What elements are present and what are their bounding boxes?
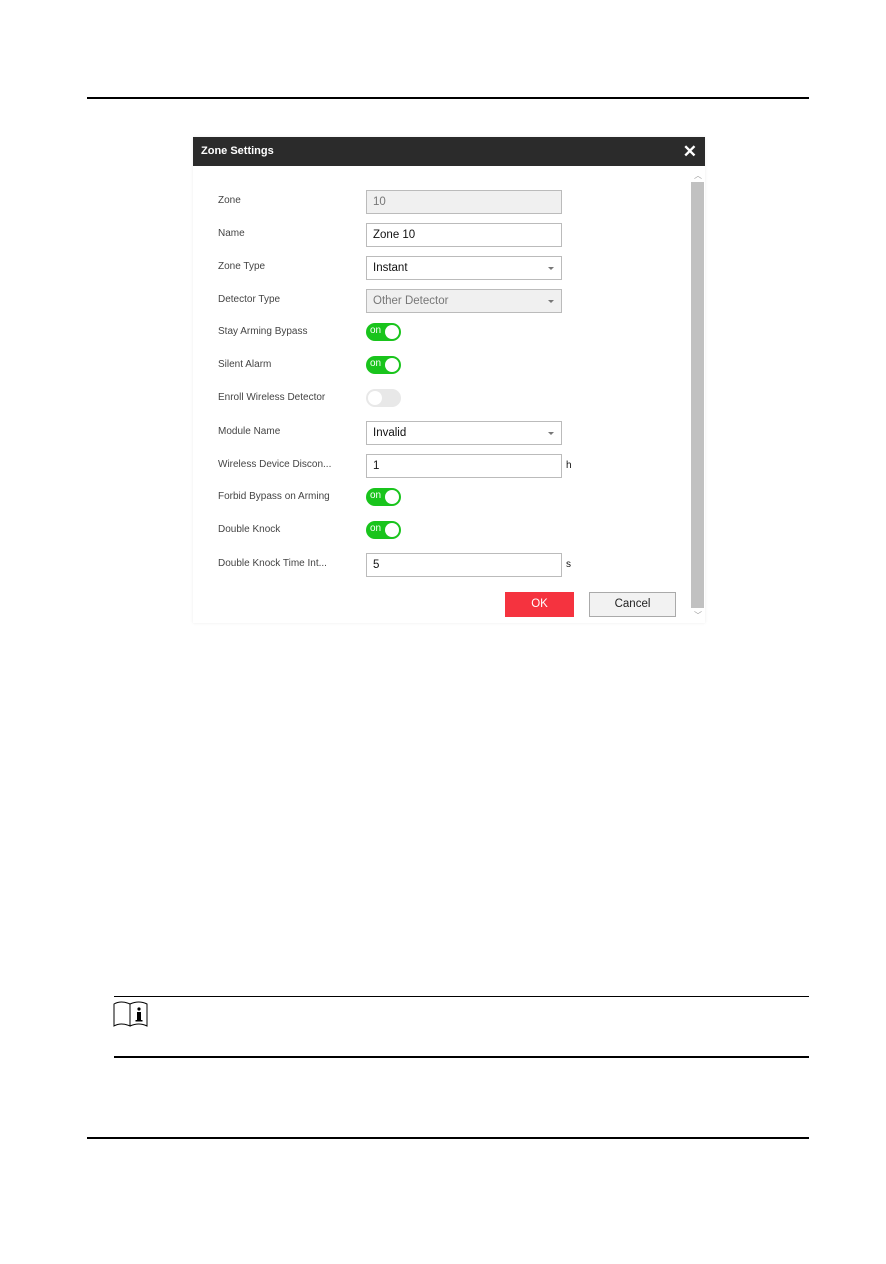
scrollbar-thumb[interactable] — [691, 182, 704, 608]
field-label: Zone Type — [218, 261, 266, 272]
header-rule — [87, 97, 809, 99]
wireless-device-discon-input[interactable]: 1 — [366, 454, 562, 478]
field-value: Instant — [373, 262, 408, 274]
scroll-down-icon[interactable]: ﹀ — [694, 610, 702, 621]
toggle-state-text: on — [370, 490, 382, 501]
field-row-zone: Zone 10 — [218, 190, 588, 214]
field-label: Zone — [218, 195, 241, 206]
toggle-state-text: on — [370, 358, 382, 369]
field-row-name: Name Zone 10 — [218, 223, 588, 247]
silent-alarm-toggle[interactable]: on — [366, 356, 401, 374]
field-row-stay-arming-bypass: Stay Arming Bypass on — [218, 321, 588, 345]
detector-type-select[interactable]: Other Detector — [366, 289, 562, 313]
chevron-down-icon — [548, 432, 554, 435]
field-row-enroll-wireless-detector: Enroll Wireless Detector — [218, 387, 588, 411]
field-row-zone-type: Zone Type Instant — [218, 256, 588, 280]
field-row-module-name: Module Name Invalid — [218, 421, 588, 445]
field-value: 10 — [373, 196, 386, 208]
field-label: Forbid Bypass on Arming — [218, 491, 330, 502]
unit-label: s — [566, 559, 571, 570]
field-label: Module Name — [218, 426, 281, 437]
chevron-down-icon — [548, 267, 554, 270]
field-row-double-knock: Double Knock on — [218, 519, 588, 543]
field-label: Wireless Device Discon... — [218, 459, 332, 470]
toggle-knob — [385, 490, 399, 504]
name-input[interactable]: Zone 10 — [366, 223, 562, 247]
ok-button[interactable]: OK — [505, 592, 574, 617]
stay-arming-bypass-toggle[interactable]: on — [366, 323, 401, 341]
double-knock-time-int-input[interactable]: 5 — [366, 553, 562, 577]
field-label: Name — [218, 228, 245, 239]
toggle-knob — [368, 391, 382, 405]
info-book-icon — [113, 1001, 148, 1027]
field-row-detector-type: Detector Type Other Detector — [218, 289, 588, 313]
cancel-button[interactable]: Cancel — [589, 592, 676, 617]
dialog-header: Zone Settings ✕ — [193, 137, 705, 166]
toggle-state-text: on — [370, 325, 382, 336]
field-value: Other Detector — [373, 295, 449, 307]
field-value: Invalid — [373, 427, 407, 439]
zone-input: 10 — [366, 190, 562, 214]
dialog-title: Zone Settings — [201, 145, 274, 157]
footer-rule — [87, 1137, 809, 1139]
field-label: Stay Arming Bypass — [218, 326, 308, 337]
scroll-up-icon[interactable]: ︿ — [694, 170, 702, 181]
field-row-forbid-bypass-on-arming: Forbid Bypass on Arming on — [218, 486, 588, 510]
field-label: Detector Type — [218, 294, 281, 305]
unit-label: h — [566, 460, 572, 471]
forbid-bypass-on-arming-toggle[interactable]: on — [366, 488, 401, 506]
field-row-double-knock-time-int: Double Knock Time Int... 5 s — [218, 553, 588, 577]
field-row-wireless-device-discon: Wireless Device Discon... 1 h — [218, 454, 588, 478]
note-bottom-rule — [114, 1056, 809, 1058]
note-top-rule — [114, 996, 809, 997]
toggle-state-text: on — [370, 523, 382, 534]
module-name-select[interactable]: Invalid — [366, 421, 562, 445]
field-label: Enroll Wireless Detector — [218, 392, 326, 403]
field-row-silent-alarm: Silent Alarm on — [218, 354, 588, 378]
enroll-wireless-detector-toggle[interactable] — [366, 389, 401, 407]
double-knock-toggle[interactable]: on — [366, 521, 401, 539]
toggle-knob — [385, 523, 399, 537]
zone-settings-dialog: Zone Settings ✕ Zone 10 Name Zone 10 Zone Ty… — [193, 137, 705, 623]
toggle-knob — [385, 358, 399, 372]
field-label: Double Knock — [218, 524, 281, 535]
field-value: Zone 10 — [373, 229, 416, 241]
chevron-down-icon — [548, 300, 554, 303]
field-value: 1 — [373, 460, 380, 472]
field-label: Silent Alarm — [218, 359, 272, 370]
field-label: Double Knock Time Int... — [218, 558, 327, 569]
scrollbar[interactable]: ︿ ﹀ — [691, 170, 704, 623]
close-icon[interactable]: ✕ — [683, 137, 697, 166]
field-value: 5 — [373, 559, 380, 571]
zone-type-select[interactable]: Instant — [366, 256, 562, 280]
toggle-knob — [385, 325, 399, 339]
